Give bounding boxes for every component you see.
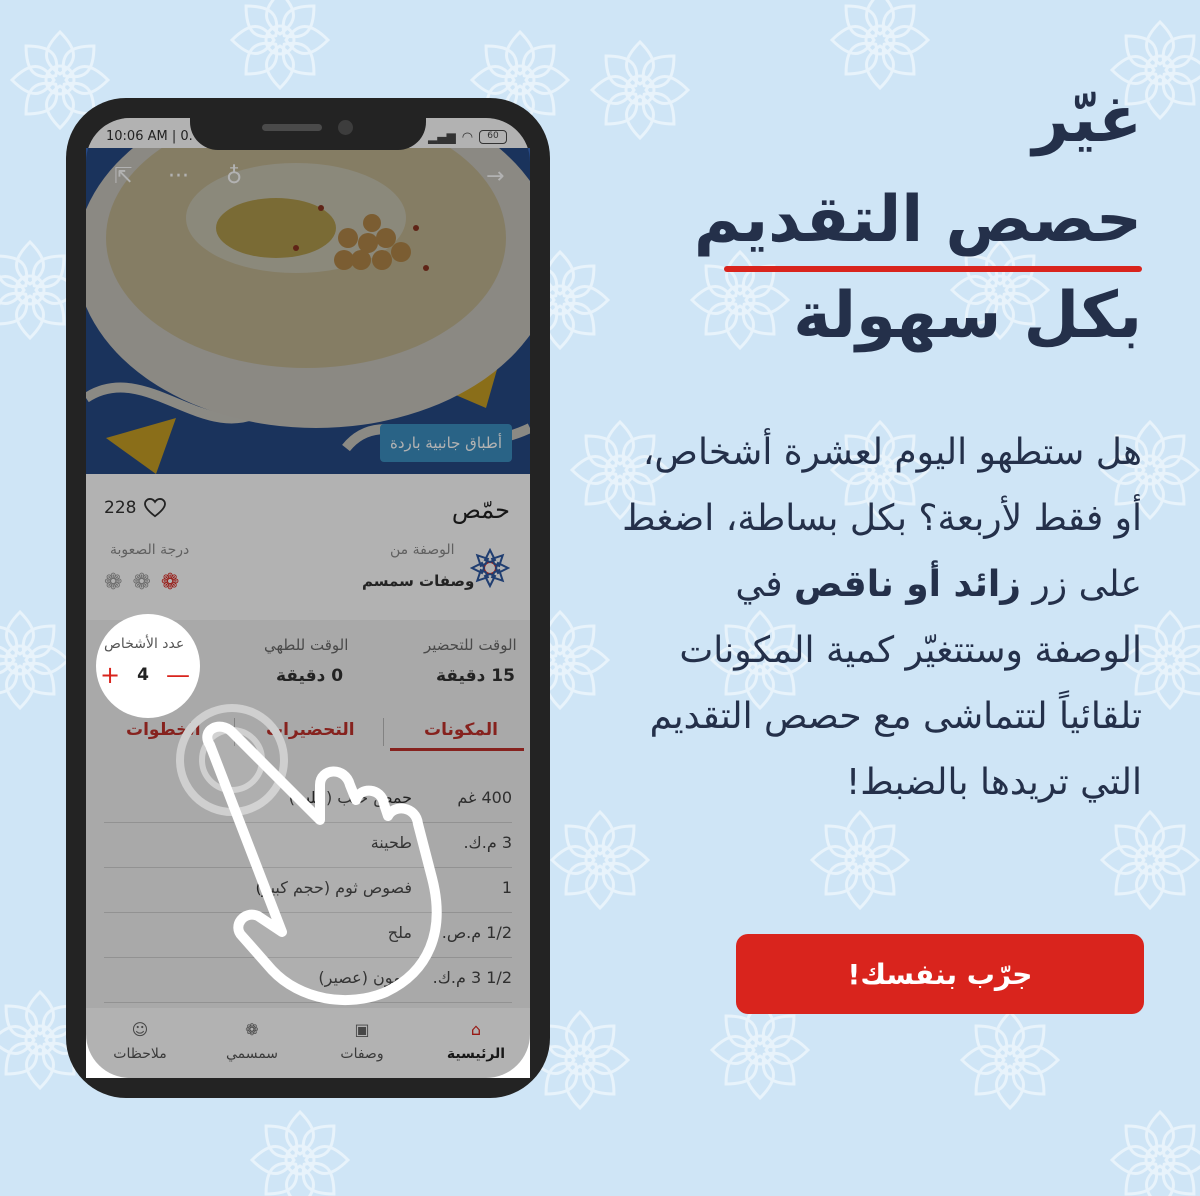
camera-icon <box>338 120 353 135</box>
smile-icon: ☺ <box>131 1020 149 1039</box>
headline-line-3: بكل سهولة <box>793 279 1142 353</box>
nav-recipes-label: وصفات <box>340 1046 384 1062</box>
ingredient-qty: 3 م.ك. <box>463 833 512 852</box>
tap-hand-icon <box>176 704 442 1006</box>
speaker-grille <box>262 124 322 131</box>
nav-simsimi[interactable]: ❁ سمسمي <box>212 1020 292 1062</box>
difficulty-flower-icon: ❁ <box>132 570 151 595</box>
recipe-title: حمّص <box>451 496 510 524</box>
nav-home[interactable]: ⌂ الرئيسية <box>436 1020 516 1062</box>
likes[interactable]: 228 <box>104 498 167 518</box>
cook-time-label: الوقت للطهي <box>264 636 349 654</box>
flower-icon: ❁ <box>245 1020 259 1039</box>
wifi-icon: ◠ <box>461 129 474 145</box>
increase-servings-button[interactable]: + <box>100 663 120 687</box>
difficulty-flower-icon: ❁ <box>104 570 123 595</box>
ingredient-qty: 1 <box>501 878 512 897</box>
nav-simsimi-label: سمسمي <box>225 1046 279 1062</box>
cook-time-value: 0 دقيقة <box>276 666 344 686</box>
headline-line-2: حصص التقديم <box>693 183 1142 257</box>
category-tag[interactable]: أطباق جانبية باردة <box>380 424 513 462</box>
home-icon: ⌂ <box>470 1020 482 1039</box>
headline-underline <box>724 266 1142 272</box>
difficulty-rating: ❁ ❁ ❁ <box>104 570 179 595</box>
body-copy-emphasis: زائد أو ناقص <box>794 564 1021 605</box>
source-name[interactable]: وصفات سمسم <box>362 572 474 590</box>
recipes-icon: ▣ <box>354 1020 370 1039</box>
signal-icon: ▂▄▆ <box>428 130 456 144</box>
nav-notes-label: ملاحظات <box>113 1046 167 1062</box>
nav-notes[interactable]: ☺ ملاحظات <box>100 1020 180 1062</box>
nav-recipes[interactable]: ▣ وصفات <box>322 1020 402 1062</box>
status-time: 10:06 AM | 0. <box>106 129 192 144</box>
try-it-button[interactable]: جرّب بنفسك! <box>736 934 1144 1014</box>
difficulty-flower-icon: ❁ <box>160 570 180 595</box>
nav-home-label: الرئيسية <box>446 1046 506 1062</box>
difficulty-label: درجة الصعوبة <box>110 542 190 558</box>
prep-time-label: الوقت للتحضير <box>424 636 517 654</box>
source-logo-icon[interactable] <box>470 548 510 588</box>
likes-count: 228 <box>104 498 137 518</box>
battery-icon: 60 <box>479 130 508 144</box>
arrow-right-icon[interactable]: → <box>486 164 504 189</box>
servings-value: 4 <box>137 665 149 685</box>
status-icons: ▂▄▆ ◠ 60 <box>428 128 508 146</box>
lightbulb-icon[interactable]: ♁ <box>226 164 242 189</box>
servings-stepper: + 4 — <box>100 662 190 688</box>
source-label: الوصفة من <box>390 542 455 558</box>
headline: غيّر حصص التقديم بكل سهولة <box>622 70 1142 366</box>
servings-label: عدد الأشخاص <box>104 636 185 652</box>
body-copy: هل ستطهو اليوم لعشرة أشخاص، أو فقط لأربع… <box>622 420 1142 816</box>
phone-notch <box>190 98 426 150</box>
share-icon[interactable]: ⇱ <box>114 164 132 189</box>
prep-time-value: 15 دقيقة <box>436 666 515 686</box>
decrease-servings-button[interactable]: — <box>166 663 190 687</box>
headline-line-1: غيّر <box>1032 83 1142 157</box>
heart-icon[interactable] <box>144 498 167 518</box>
bottom-nav: ⌂ الرئيسية ▣ وصفات ❁ سمسمي ☺ ملاحظات <box>86 1008 530 1078</box>
more-icon[interactable]: ··· <box>168 164 189 189</box>
